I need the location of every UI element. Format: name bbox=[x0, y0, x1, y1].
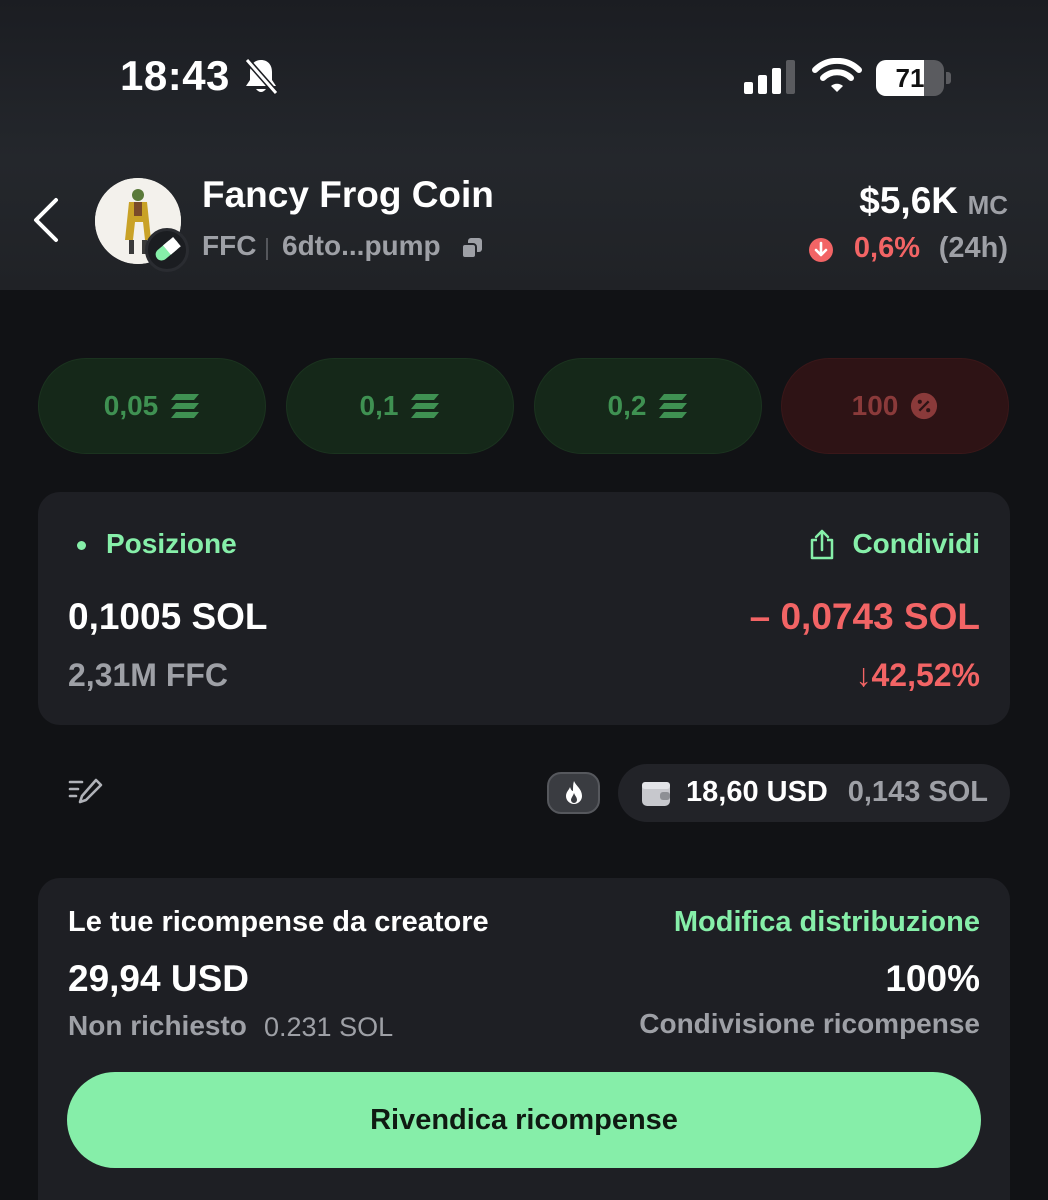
quick-buy-label: 0,05 bbox=[103, 390, 159, 421]
quick-buy-button-0-1[interactable]: 0,1 bbox=[286, 358, 514, 454]
edit-notes-icon[interactable] bbox=[68, 776, 104, 808]
battery-indicator: 71 bbox=[876, 60, 952, 96]
wallet-balance[interactable]: 18,60 USD 0,143 SOL bbox=[618, 764, 1010, 822]
price-change-period: (24h) bbox=[938, 232, 1008, 264]
token-ticker: FFC bbox=[202, 230, 257, 261]
quick-buy-button-0-05[interactable]: 0,05 bbox=[38, 358, 266, 454]
position-token-amount: 2,31M FFC bbox=[68, 657, 229, 693]
share-button[interactable]: Condividi bbox=[852, 528, 980, 560]
arrow-down-circle-icon bbox=[809, 238, 833, 262]
rewards-title: Le tue ricompense da creatore bbox=[68, 906, 489, 938]
quick-buy-button-0-2[interactable]: 0,2 bbox=[534, 358, 762, 454]
market-cap-label: MC bbox=[967, 190, 1008, 220]
rewards-usd: 29,94 USD bbox=[68, 958, 249, 999]
percent-icon bbox=[911, 392, 938, 420]
bell-muted-icon bbox=[244, 58, 279, 95]
token-address[interactable]: 6dto...pump bbox=[282, 230, 441, 262]
pill-badge-icon bbox=[145, 228, 189, 272]
quick-buy-label: 0,1 bbox=[359, 390, 399, 421]
wifi-icon bbox=[812, 58, 862, 92]
token-name: Fancy Frog Coin bbox=[202, 174, 494, 215]
back-chevron-icon[interactable] bbox=[30, 196, 62, 244]
solana-icon bbox=[411, 394, 440, 418]
edit-distribution-link[interactable]: Modifica distribuzione bbox=[674, 906, 980, 939]
fire-button[interactable] bbox=[547, 772, 600, 814]
pnl-percent: ↓42,52% bbox=[855, 657, 980, 693]
rewards-share-percent: 100% bbox=[885, 958, 980, 999]
wallet-icon bbox=[642, 782, 670, 806]
status-time: 18:43 bbox=[120, 52, 230, 99]
position-label: Posizione bbox=[106, 528, 237, 559]
creator-rewards-card: Le tue ricompense da creatore Modifica d… bbox=[38, 878, 1010, 1200]
status-dot bbox=[77, 541, 86, 550]
wallet-sol: 0,143 SOL bbox=[847, 776, 988, 808]
price-change-value: 0,6% bbox=[853, 232, 920, 264]
market-cap-value: $5,6K bbox=[859, 180, 958, 221]
quick-buy-label: 0,2 bbox=[607, 390, 647, 421]
unclaimed-value: 0.231 SOL bbox=[264, 1012, 394, 1042]
solana-icon bbox=[659, 394, 688, 418]
quick-sell-label: 100 bbox=[851, 390, 899, 421]
wallet-usd: 18,60 USD bbox=[686, 776, 828, 808]
divider bbox=[266, 238, 268, 260]
fire-icon bbox=[565, 781, 582, 804]
solana-icon bbox=[171, 394, 200, 418]
position-card: Posizione Condividi 0,1005 SOL 2,31M FFC… bbox=[38, 492, 1010, 725]
unclaimed-label: Non richiesto bbox=[68, 1010, 247, 1041]
quick-sell-button-100[interactable]: 100 bbox=[781, 358, 1009, 454]
pnl-sol: – 0,0743 SOL bbox=[749, 596, 980, 637]
claim-rewards-button[interactable]: Rivendica ricompense bbox=[67, 1072, 981, 1168]
cellular-signal-icon bbox=[744, 60, 795, 94]
share-icon[interactable] bbox=[808, 528, 836, 560]
position-sol-amount: 0,1005 SOL bbox=[68, 596, 268, 637]
copy-icon[interactable] bbox=[460, 236, 484, 260]
rewards-share-label: Condivisione ricompense bbox=[639, 1008, 980, 1039]
